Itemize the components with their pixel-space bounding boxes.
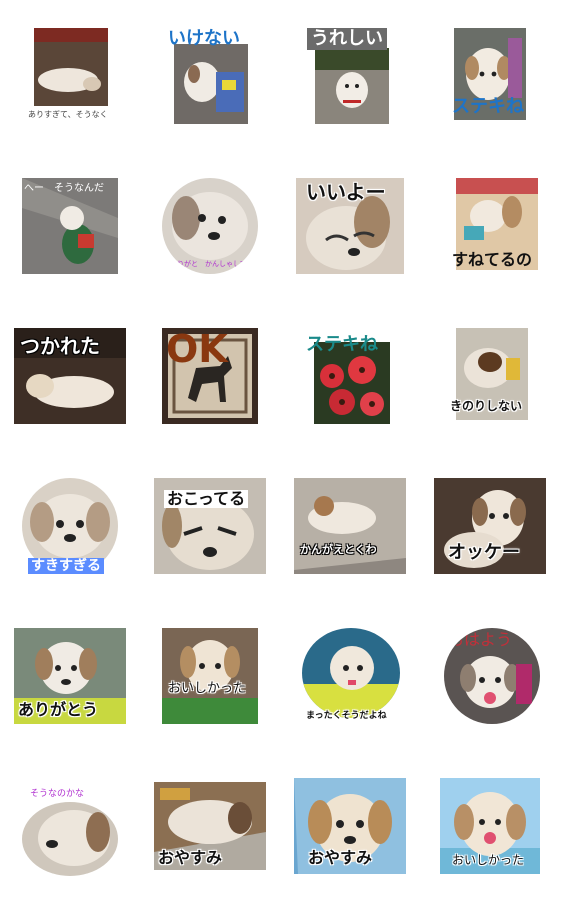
sticker-10[interactable]: OK xyxy=(162,328,258,424)
sticker-17[interactable]: ありがとう xyxy=(14,628,126,724)
sticker-caption: へー そうなんだ xyxy=(24,183,104,194)
sticker-5[interactable]: へー そうなんだ xyxy=(22,178,118,274)
sticker-caption: おいしかった xyxy=(168,681,247,696)
sticker-caption: オッケー xyxy=(448,542,520,563)
sticker-15[interactable]: かんがえとくわ xyxy=(294,478,406,574)
sticker-caption: そうなのかな xyxy=(30,789,85,799)
sticker-9[interactable]: つかれた xyxy=(14,328,126,424)
dog-photo xyxy=(302,628,400,718)
sticker-22[interactable]: おやすみ xyxy=(154,782,266,870)
sticker-caption: おやすみ xyxy=(308,848,373,867)
sticker-6[interactable]: ありがと かんしゃしてる xyxy=(162,178,258,274)
sticker-caption: ありがとう xyxy=(18,700,99,719)
sticker-12[interactable]: きのりしない xyxy=(448,328,532,424)
dog-photo xyxy=(162,628,258,724)
sticker-caption: すきすぎる xyxy=(28,558,104,574)
sticker-caption: ステキね xyxy=(452,96,524,117)
sticker-20[interactable]: おはよう xyxy=(444,628,540,724)
sticker-caption: うれしい xyxy=(307,28,387,50)
sticker-18[interactable]: おいしかった xyxy=(162,628,258,724)
dog-photo-frame xyxy=(302,628,400,718)
sticker-8[interactable]: すねてるの xyxy=(448,178,544,274)
sticker-19[interactable]: まったくそうだよね xyxy=(302,628,406,724)
sticker-16[interactable]: オッケー xyxy=(434,478,546,574)
sticker-14[interactable]: おこってる xyxy=(154,478,266,574)
sticker-3[interactable]: うれしい xyxy=(307,28,391,124)
sticker-caption: いけない xyxy=(168,28,240,49)
sticker-caption: ステキね xyxy=(306,334,378,355)
sticker-4[interactable]: ステキね xyxy=(448,28,532,124)
sticker-caption: ありすぎて、そうなく xyxy=(28,110,108,119)
sticker-caption: おいしかった xyxy=(452,853,525,867)
sticker-23[interactable]: おやすみ xyxy=(294,778,406,874)
dog-photo xyxy=(22,802,118,876)
sticker-caption: おこってる xyxy=(164,490,249,508)
sticker-11[interactable]: ステキね xyxy=(306,328,390,424)
sticker-caption: つかれた xyxy=(20,334,100,358)
sticker-caption: おはよう xyxy=(448,630,513,649)
sticker-caption: まったくそうだよね xyxy=(306,711,387,721)
sticker-7[interactable]: いいよー xyxy=(296,178,404,274)
sticker-caption: きのりしない xyxy=(450,399,523,413)
sticker-caption: すねてるの xyxy=(452,250,533,269)
sticker-21[interactable]: そうなのかな xyxy=(22,788,118,876)
dog-photo-frame xyxy=(22,802,118,876)
sticker-13[interactable]: すきすぎる xyxy=(22,478,118,574)
sticker-caption: おやすみ xyxy=(158,848,223,867)
sticker-caption: OK xyxy=(166,328,228,371)
sticker-2[interactable]: いけない xyxy=(168,28,250,124)
dog-photo xyxy=(294,478,406,574)
sticker-24[interactable]: おいしかった xyxy=(440,778,540,874)
sticker-caption: いいよー xyxy=(306,180,386,204)
sticker-caption: かんがえとくわ xyxy=(300,543,377,556)
sticker-1[interactable]: ありすぎて、そうなく xyxy=(28,28,108,124)
sticker-caption: ありがと かんしゃしてる xyxy=(170,260,254,268)
